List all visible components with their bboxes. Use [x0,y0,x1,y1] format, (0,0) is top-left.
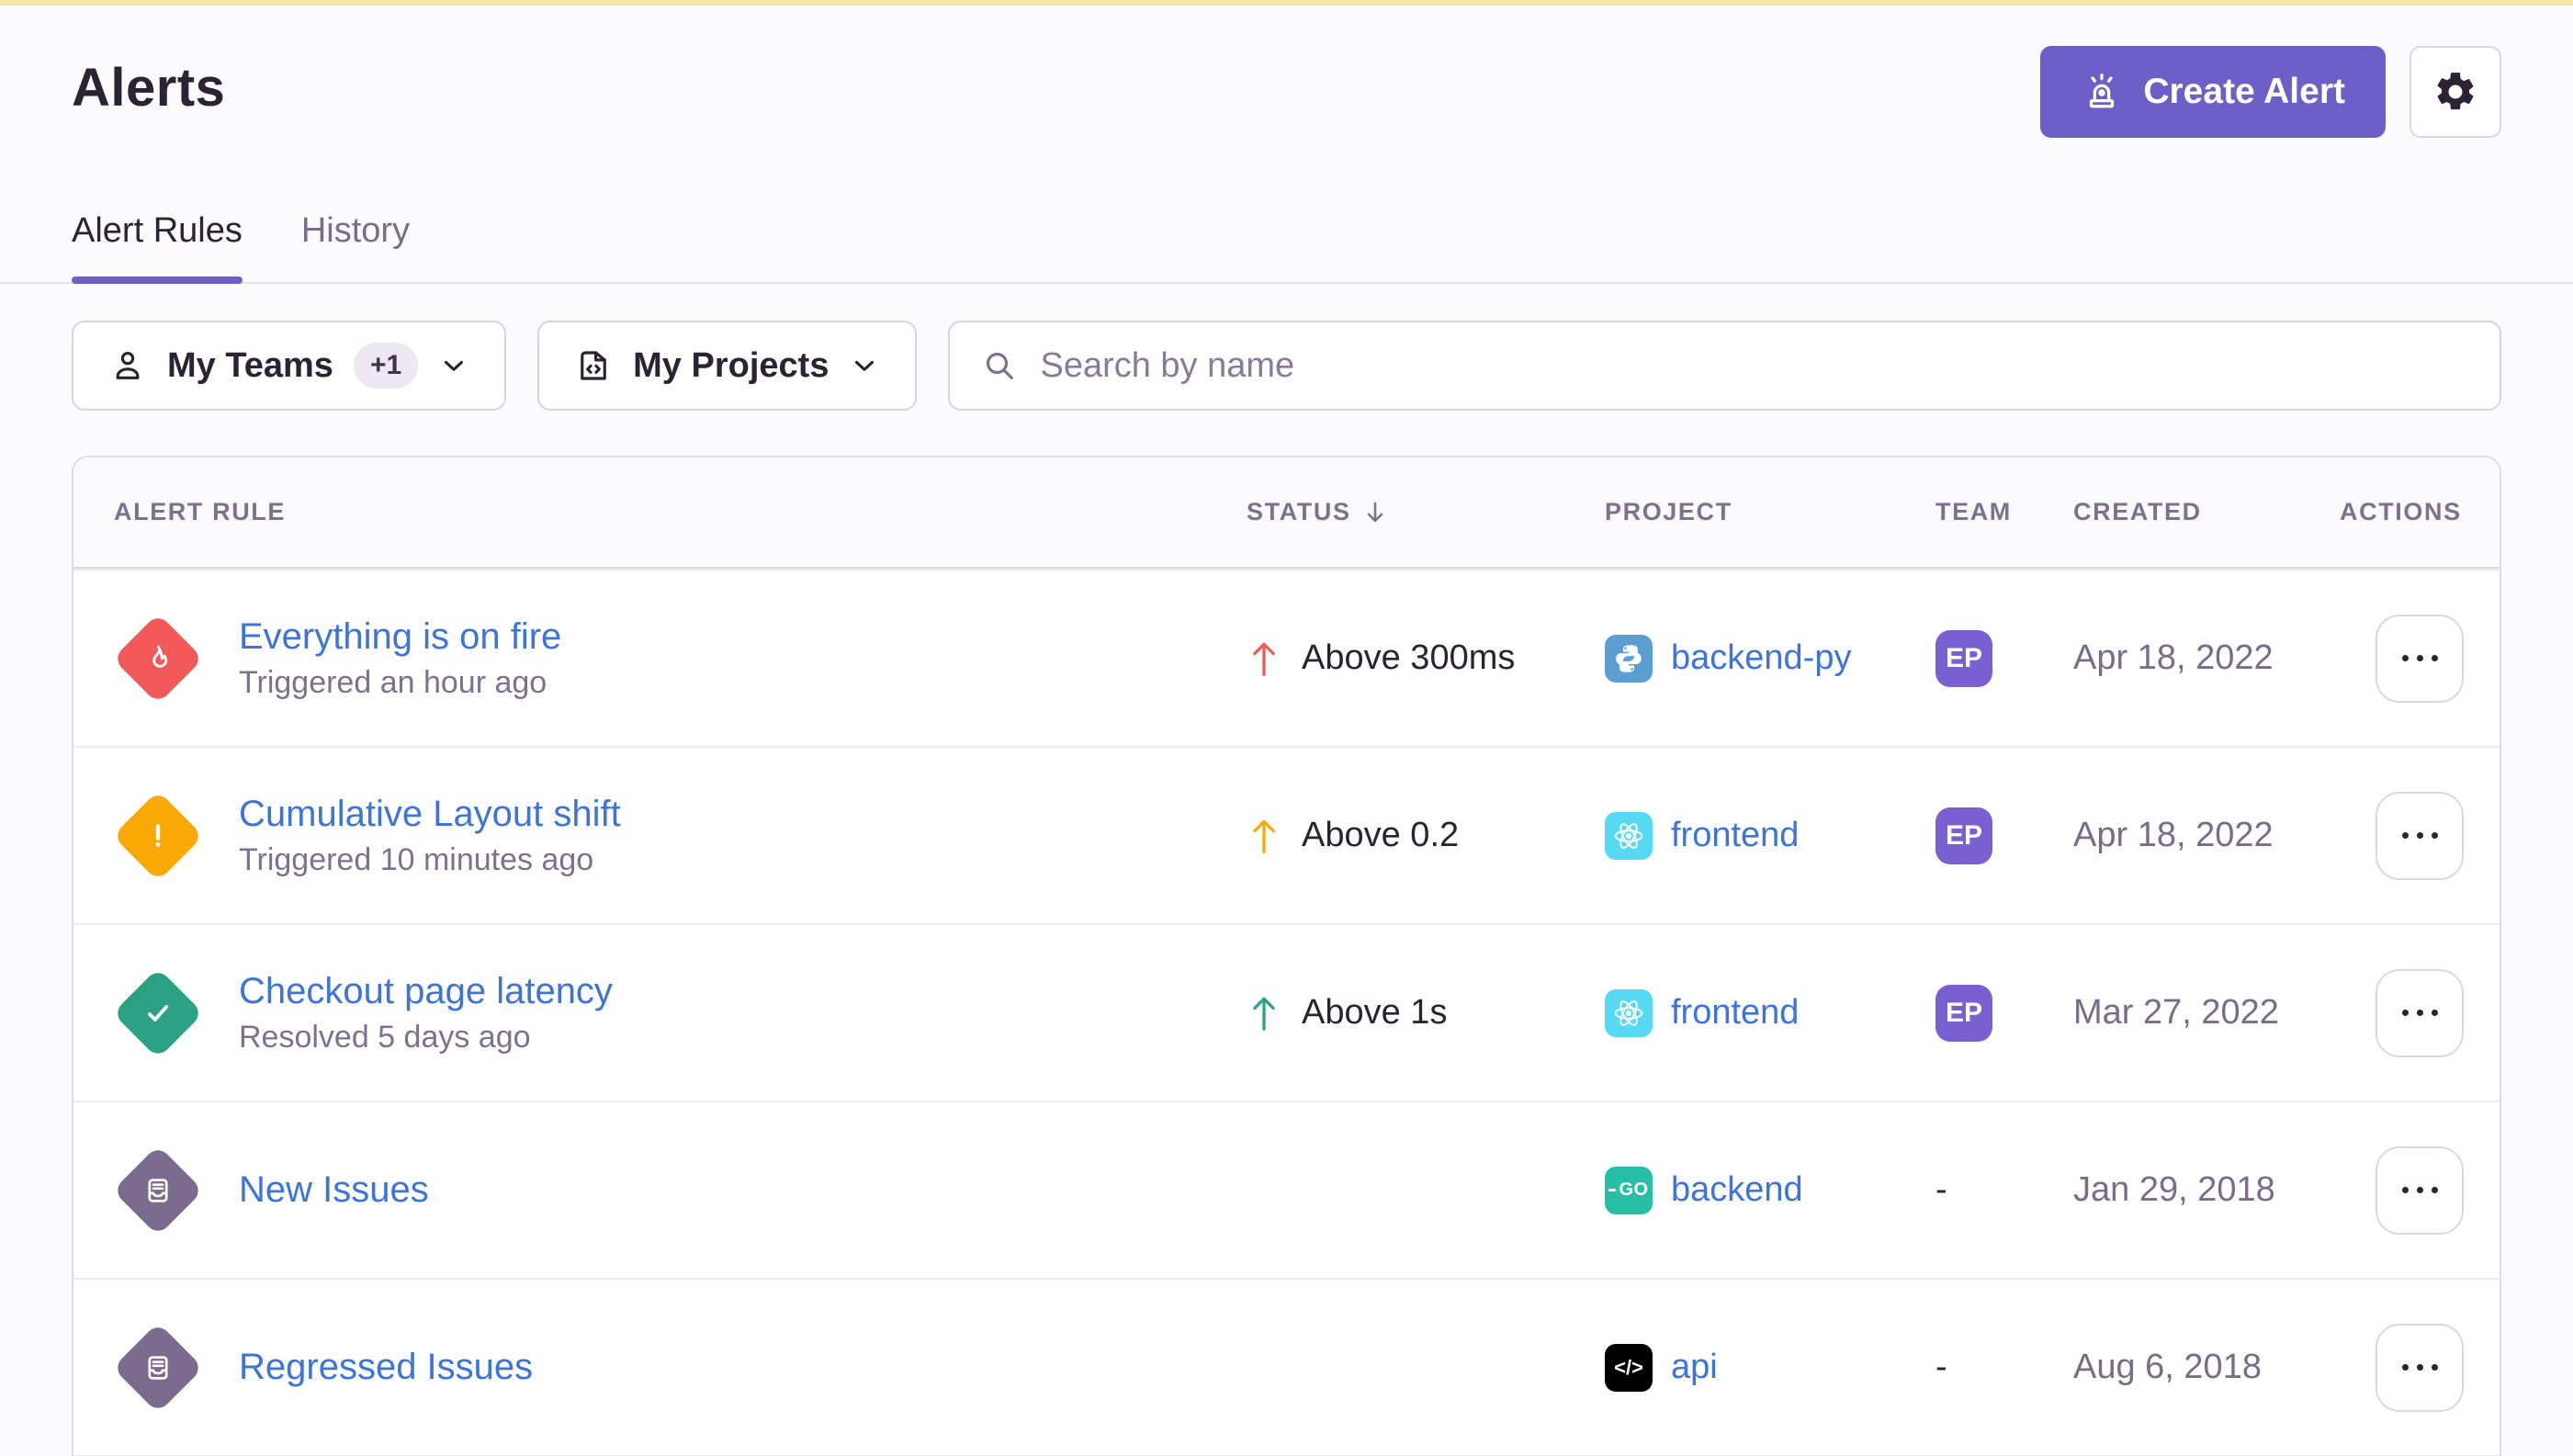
alert-rule-detail: Triggered an hour ago [239,665,561,701]
created-date: Mar 27, 2022 [2073,993,2340,1033]
settings-button[interactable] [2409,46,2501,138]
tab-bar: Alert Rules History [0,211,2573,284]
alert-rule-link[interactable]: Checkout page latency [239,971,613,1012]
project-link[interactable]: backend-py [1671,638,1851,678]
project-link[interactable]: backend [1671,1170,1803,1210]
team-badge: EP [1935,985,1992,1042]
arrow-down-icon [1360,498,1390,527]
alert-rule-link[interactable]: Cumulative Layout shift [239,794,621,835]
ellipsis-icon [2402,1187,2438,1193]
go-icon: GO [1605,1167,1653,1214]
alert-rule-link[interactable]: Regressed Issues [239,1347,533,1388]
teams-extra-count-badge: +1 [354,343,418,389]
column-header-actions: Actions [2340,498,2500,526]
alert-rules-table: Alert Rule Status Project Team Created A… [72,456,2501,1456]
tab-history[interactable]: History [301,211,410,282]
issues-icon [141,1173,175,1208]
issue-alert-indicator [112,1145,204,1236]
table-row: Cumulative Layout shift Triggered 10 min… [73,746,2500,923]
status-threshold: Above 300ms [1302,638,1515,678]
ellipsis-icon [2402,655,2438,661]
react-icon [1605,812,1653,860]
teams-filter-dropdown[interactable]: My Teams +1 [72,321,506,411]
search-container [948,321,2501,411]
issues-icon [141,1350,175,1385]
created-date: Jan 29, 2018 [2073,1170,2340,1210]
team-empty: - [1935,1170,1947,1209]
filter-bar: My Teams +1 My Projects [72,321,2501,411]
project-link[interactable]: api [1671,1348,1718,1387]
table-row: Regressed Issues </> api - Aug 6, 2018 [73,1278,2500,1455]
alert-rule-link[interactable]: Everything is on fire [239,616,561,658]
alert-rule-link[interactable]: New Issues [239,1169,429,1211]
arrow-up-icon [1247,816,1281,856]
ellipsis-icon [2402,832,2438,839]
search-input[interactable] [1040,346,2468,386]
created-date: Apr 18, 2022 [2073,816,2340,855]
alert-rule-detail: Resolved 5 days ago [239,1020,613,1055]
column-header-alert-rule: Alert Rule [73,498,1247,526]
severity-warning-indicator [112,790,204,882]
severity-resolved-indicator [112,967,204,1059]
team-badge: EP [1935,630,1992,687]
ellipsis-icon [2402,1010,2438,1016]
chevron-down-icon [438,350,469,381]
projects-filter-dropdown[interactable]: My Projects [537,321,917,411]
fire-icon [140,640,176,677]
team-empty: - [1935,1348,1947,1386]
status-threshold: Above 1s [1302,993,1447,1033]
row-actions-button[interactable] [2376,615,2464,703]
tab-alert-rules[interactable]: Alert Rules [72,211,243,282]
team-badge: EP [1935,807,1992,864]
create-alert-label: Create Alert [2143,72,2345,112]
alerts-page: Alerts Create Alert [0,6,2573,1456]
gear-icon [2432,69,2478,115]
table-row: Checkout page latency Resolved 5 days ag… [73,923,2500,1100]
siren-icon [2081,71,2123,113]
projects-filter-label: My Projects [633,346,829,386]
header-actions: Create Alert [2040,46,2501,138]
column-header-created: Created [2073,498,2340,526]
row-actions-button[interactable] [2376,792,2464,880]
row-actions-button[interactable] [2376,969,2464,1057]
create-alert-button[interactable]: Create Alert [2040,46,2386,138]
arrow-up-icon [1247,993,1281,1033]
check-icon [140,995,176,1032]
created-date: Aug 6, 2018 [2073,1348,2340,1387]
exclamation-icon [140,818,176,854]
column-header-status[interactable]: Status [1247,498,1605,527]
project-link[interactable]: frontend [1671,816,1799,855]
user-icon [108,346,147,385]
status-threshold: Above 0.2 [1302,816,1459,855]
page-title: Alerts [72,57,225,119]
table-row: New Issues GO backend - Jan 29, 2018 [73,1100,2500,1278]
project-link[interactable]: frontend [1671,993,1799,1033]
created-date: Apr 18, 2022 [2073,638,2340,678]
column-header-team: Team [1935,498,2073,526]
row-actions-button[interactable] [2376,1324,2464,1412]
table-row: Everything is on fire Triggered an hour … [73,569,2500,746]
project-pages-icon [574,346,613,385]
row-actions-button[interactable] [2376,1146,2464,1235]
issue-alert-indicator [112,1322,204,1414]
teams-filter-label: My Teams [167,346,333,386]
code-icon: </> [1605,1344,1653,1392]
severity-critical-indicator [112,613,204,705]
arrow-up-icon [1247,638,1281,679]
search-icon [981,347,1018,384]
page-header: Alerts Create Alert [72,6,2501,138]
react-icon [1605,989,1653,1037]
table-header-row: Alert Rule Status Project Team Created A… [73,457,2500,569]
ellipsis-icon [2402,1364,2438,1371]
alert-rule-detail: Triggered 10 minutes ago [239,842,621,878]
chevron-down-icon [849,350,880,381]
python-icon [1605,635,1653,683]
column-header-project: Project [1605,498,1935,526]
